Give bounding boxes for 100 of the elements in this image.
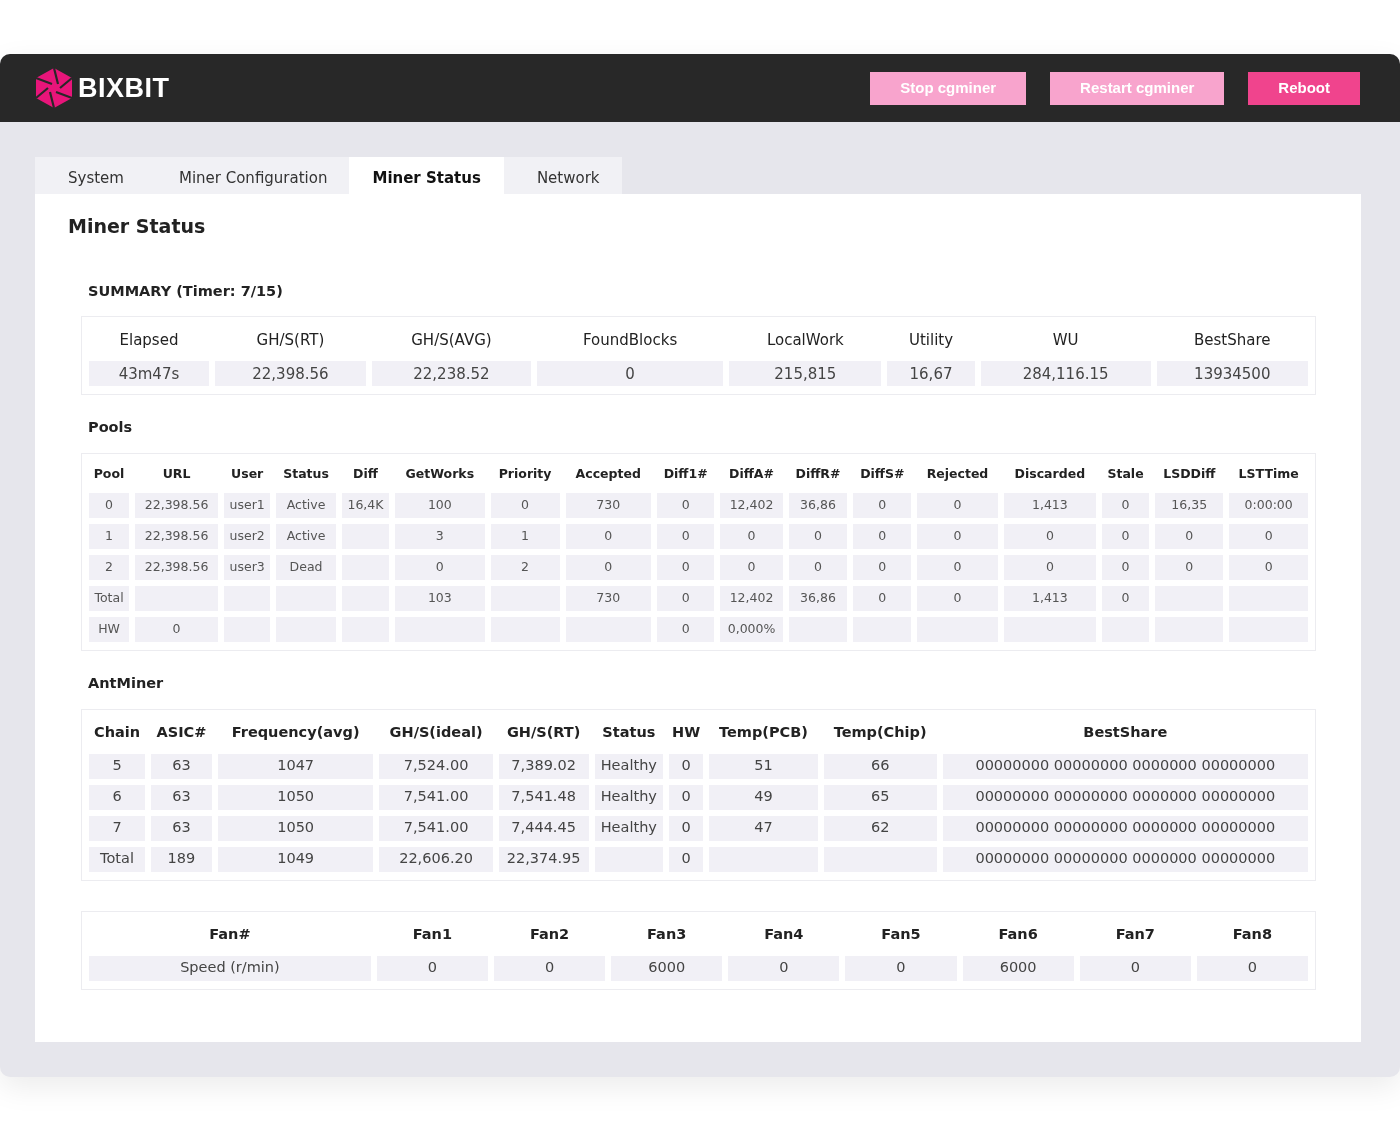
table-cell: 284,116.15 (980, 361, 1151, 387)
column-header: GetWorks (404, 465, 476, 484)
table-cell: Healthy (594, 815, 664, 841)
table-cell: 189 (151, 846, 212, 872)
table-cell: 47 (709, 815, 818, 841)
table-cell: 16,67 (887, 361, 975, 387)
table-cell: 00000000 00000000 0000000 00000000 (942, 846, 1308, 872)
table-cell: 730 (565, 493, 651, 518)
tab[interactable]: Miner Status (349, 157, 504, 194)
table-cell: 49 (709, 784, 818, 810)
column-header: User (230, 465, 265, 484)
table-cell: 43m47s (89, 361, 209, 387)
table-cell: 0 (853, 524, 912, 549)
column-header: URL (161, 465, 192, 484)
column-header: Frequency(avg) (230, 722, 361, 742)
table-cell: 0 (89, 493, 129, 518)
table-cell: 12,402 (720, 493, 783, 518)
table-cell: 22,398.56 (135, 524, 219, 549)
table-cell: 7,541.00 (379, 815, 493, 841)
column-header: LocalWork (765, 330, 845, 351)
table-cell: 0 (494, 955, 606, 981)
table-cell: 0 (1101, 524, 1150, 549)
column-header: Accepted (574, 465, 642, 484)
table-cell: 22,238.52 (371, 361, 531, 387)
table-cell: 0 (669, 815, 704, 841)
column-header: Utility (907, 330, 955, 351)
table-cell: 1 (490, 524, 560, 549)
table-cell: 0 (853, 555, 912, 580)
column-header: Status (282, 465, 330, 484)
table-cell: 0 (669, 784, 704, 810)
table-cell: 1,413 (1003, 586, 1096, 611)
table-cell: Speed (r/min) (89, 955, 371, 981)
table-cell: 51 (709, 753, 818, 779)
table-cell: 2 (89, 555, 129, 580)
table-cell: 16,4K (341, 493, 389, 518)
table-cell: 1050 (217, 815, 374, 841)
column-header: Stale (1106, 465, 1145, 484)
column-header: Fan3 (646, 924, 688, 944)
table-cell: 0 (917, 586, 998, 611)
tab[interactable]: Network (503, 157, 622, 194)
column-header: Fan# (208, 924, 252, 944)
column-header: Rejected (925, 465, 990, 484)
column-header: Temp(Chip) (832, 722, 928, 742)
table-cell: 63 (151, 815, 212, 841)
table-cell: 00000000 00000000 0000000 00000000 (942, 815, 1308, 841)
table-cell: 22,398.56 (135, 493, 219, 518)
table-cell: Active (276, 524, 336, 549)
table-cell: 0 (1101, 493, 1150, 518)
column-header: Fan1 (411, 924, 454, 944)
table-cell: 0 (917, 493, 998, 518)
table-cell: 0 (720, 555, 783, 580)
table-cell: user3 (224, 555, 271, 580)
table-cell: 0 (490, 493, 560, 518)
table-cell: 0 (853, 493, 912, 518)
logo-icon (34, 67, 74, 109)
column-header: BestShare (1082, 722, 1169, 742)
table-cell: 66 (823, 753, 937, 779)
table-cell: 0 (1101, 586, 1150, 611)
column-header: GH/S(ideal) (388, 722, 484, 742)
table-cell: 22,606.20 (379, 846, 493, 872)
column-header: LSDDiff (1162, 465, 1217, 484)
table-cell: 1047 (217, 753, 374, 779)
table-cell: 0 (788, 524, 848, 549)
table-cell: 0 (1229, 524, 1308, 549)
tab[interactable]: System (35, 157, 146, 194)
table-cell: user1 (224, 493, 271, 518)
header-button[interactable]: Reboot (1248, 71, 1360, 105)
column-header: Temp(PCB) (718, 722, 809, 742)
table-cell: 16,35 (1155, 493, 1224, 518)
table-cell: Healthy (594, 753, 664, 779)
table-cell: 1,413 (1003, 493, 1096, 518)
table-cell: 6000 (611, 955, 723, 981)
column-header: Elapsed (118, 330, 180, 351)
table-cell: 1 (89, 524, 129, 549)
table-cell: 0 (853, 586, 912, 611)
column-header: Fan8 (1231, 924, 1274, 944)
table-cell: 0 (1196, 955, 1308, 981)
table-cell: 36,86 (788, 586, 848, 611)
table-cell: 730 (565, 586, 651, 611)
table-cell: 7,541.00 (379, 784, 493, 810)
column-header: GH/S(AVG) (410, 330, 493, 351)
column-header: HW (671, 722, 702, 742)
table-cell: 6 (89, 784, 146, 810)
column-header: Fan2 (528, 924, 571, 944)
table-cell: 0 (917, 555, 998, 580)
table-cell: 7,541.48 (498, 784, 589, 810)
table-cell: 0 (565, 524, 651, 549)
table-cell: 7,389.02 (498, 753, 589, 779)
table-cell: 0 (376, 955, 488, 981)
tab[interactable]: Miner Configuration (145, 157, 350, 194)
table-cell: Total (89, 586, 129, 611)
column-header: Status (601, 722, 657, 742)
table-cell: 6000 (962, 955, 1074, 981)
table-cell: 0 (656, 555, 715, 580)
table-cell: Total (89, 846, 146, 872)
logo-text: BIXBIT (78, 71, 170, 105)
table-cell: HW (89, 617, 129, 642)
table-cell: 2 (490, 555, 560, 580)
column-header: DiffS# (859, 465, 906, 484)
table-cell: 12,402 (720, 586, 783, 611)
